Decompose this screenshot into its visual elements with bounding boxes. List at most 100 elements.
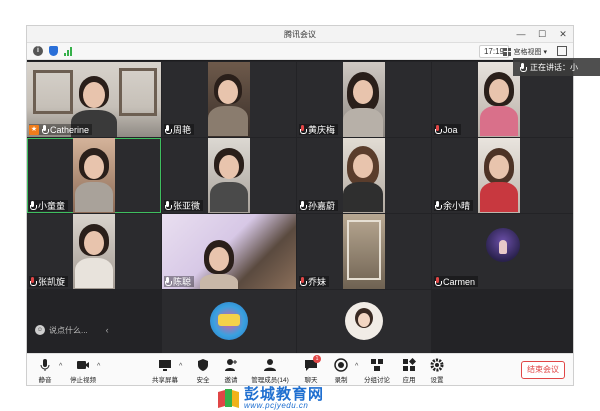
participant-label: 陈聪 <box>164 276 195 287</box>
participant-name: Carmen <box>443 276 476 287</box>
shield-icon[interactable] <box>49 46 58 56</box>
video-tile[interactable]: 张亚微 <box>162 138 296 213</box>
participant-label: 孙嘉蔚 <box>299 200 339 211</box>
settings-button[interactable]: 设置 <box>419 358 455 384</box>
invite-button[interactable]: 邀请 <box>213 358 249 384</box>
minimize-button[interactable]: — <box>515 28 527 40</box>
stop-video-button[interactable]: 停止视频 <box>65 358 101 384</box>
participant-label: 黄庆梅 <box>299 124 339 135</box>
mic-icon <box>29 201 37 210</box>
mic-muted-icon <box>299 277 307 286</box>
window-controls: — ☐ ✕ <box>515 28 569 40</box>
signal-icon[interactable] <box>64 46 72 56</box>
shield-icon <box>198 359 208 371</box>
video-tile-avatar[interactable] <box>162 290 296 353</box>
video-tile[interactable]: 孙嘉蔚 <box>297 138 431 213</box>
mic-icon <box>41 125 49 134</box>
participant-name: 黄庆梅 <box>308 125 336 135</box>
mic-icon <box>434 201 442 210</box>
share-screen-button[interactable]: 共享屏幕 <box>147 358 183 384</box>
video-feed <box>73 214 115 289</box>
end-meeting-button[interactable]: 结束会议 <box>521 361 565 379</box>
mic-muted-icon <box>434 277 442 286</box>
title-bar: 腾讯会议 — ☐ ✕ <box>27 26 573 43</box>
chat-icon: 1 <box>304 355 321 372</box>
mic-icon <box>164 277 172 286</box>
add-user-icon <box>225 359 237 371</box>
participant-name: 周艳 <box>173 125 192 135</box>
video-feed <box>208 138 250 213</box>
chat-badge: 1 <box>313 355 321 363</box>
meeting-toolbar: 静音 ^ 停止视频 ^ 共享屏幕 ^ 安全 邀请 管理成员(14) 1 聊天 录… <box>27 353 573 385</box>
participant-name: 孙嘉蔚 <box>308 201 336 211</box>
participant-label: 张亚微 <box>164 200 204 211</box>
empty-tile <box>27 290 161 353</box>
camera-icon <box>77 361 89 369</box>
manage-members-button[interactable]: 管理成员(14) <box>246 358 294 384</box>
video-tile[interactable]: 陈聪 <box>162 214 296 289</box>
video-tile-avatar[interactable] <box>297 290 431 353</box>
view-label: 宫格视图 <box>513 48 542 56</box>
participant-label: 周艳 <box>164 124 195 135</box>
mic-icon <box>299 201 307 210</box>
participant-name: 乔妹 <box>308 277 327 287</box>
participant-name: Joa <box>443 124 458 135</box>
video-tile[interactable]: 黄庆梅 <box>297 62 431 137</box>
mic-muted-icon <box>299 125 307 134</box>
video-tile[interactable]: 周艳 <box>162 62 296 137</box>
grid-view-button[interactable]: 宫格视图 ▾ <box>503 45 547 58</box>
breakout-rooms-button[interactable]: 分组讨论 <box>359 358 395 384</box>
participant-label: Carmen <box>434 276 479 287</box>
record-icon <box>334 358 348 372</box>
watermark-url: www.pcjyedu.cn <box>244 400 309 410</box>
speaking-label: 正在讲话：小 <box>530 62 578 72</box>
participant-name: 小童童 <box>38 201 66 211</box>
screen-share-icon <box>159 360 171 371</box>
info-icon[interactable]: i <box>33 46 43 56</box>
video-feed <box>343 214 385 289</box>
gear-icon <box>430 358 444 372</box>
fullscreen-icon[interactable] <box>557 46 567 56</box>
breakout-icon <box>371 359 383 371</box>
participant-label: 小童童 <box>29 200 69 211</box>
collapse-arrow-icon[interactable]: ‹ <box>106 325 109 335</box>
video-tile-active-speaker[interactable]: 小童童 <box>27 138 161 213</box>
info-icons: i <box>33 46 72 56</box>
grid-icon <box>503 47 512 56</box>
window-title: 腾讯会议 <box>284 30 316 39</box>
record-options-caret[interactable]: ^ <box>355 363 358 370</box>
avatar <box>210 302 248 340</box>
chat-input[interactable]: ☺ 说点什么... ‹ <box>35 323 135 337</box>
video-tile[interactable]: 余小晴 <box>432 138 573 213</box>
video-tile[interactable]: ★ Catherine <box>27 62 161 137</box>
mic-muted-icon <box>434 125 442 134</box>
record-button[interactable]: 录制 <box>323 358 359 384</box>
share-options-caret[interactable]: ^ <box>179 363 182 370</box>
avatar <box>345 302 383 340</box>
mute-button[interactable]: 静音 <box>27 358 63 384</box>
video-feed <box>73 138 115 213</box>
watermark-name: 彭城教育网 <box>244 385 325 403</box>
chevron-down-icon: ▾ <box>543 48 547 56</box>
participant-name: 陈聪 <box>173 277 192 287</box>
emoji-icon[interactable]: ☺ <box>35 325 45 335</box>
video-tile[interactable]: 乔妹 <box>297 214 431 289</box>
participant-label: Joa <box>434 124 461 135</box>
empty-tile <box>432 290 573 353</box>
maximize-button[interactable]: ☐ <box>536 28 548 40</box>
video-feed <box>343 138 385 213</box>
meeting-window: 腾讯会议 — ☐ ✕ i 17:19 宫格视图 ▾ ★ Catherine 周艳… <box>26 25 574 386</box>
video-feed <box>478 138 520 213</box>
video-tile[interactable]: 张凯旋 <box>27 214 161 289</box>
participant-name: 张亚微 <box>173 201 201 211</box>
close-button[interactable]: ✕ <box>557 28 569 40</box>
mic-icon <box>519 62 527 72</box>
mute-options-caret[interactable]: ^ <box>59 363 62 370</box>
book-logo-icon <box>218 387 240 409</box>
video-options-caret[interactable]: ^ <box>97 363 100 370</box>
meeting-info-bar: i 17:19 宫格视图 ▾ <box>27 43 573 60</box>
participant-name: Catherine <box>50 124 90 135</box>
video-tile-avatar[interactable]: Carmen <box>432 214 573 289</box>
video-feed <box>208 62 250 137</box>
apps-icon <box>403 358 416 371</box>
